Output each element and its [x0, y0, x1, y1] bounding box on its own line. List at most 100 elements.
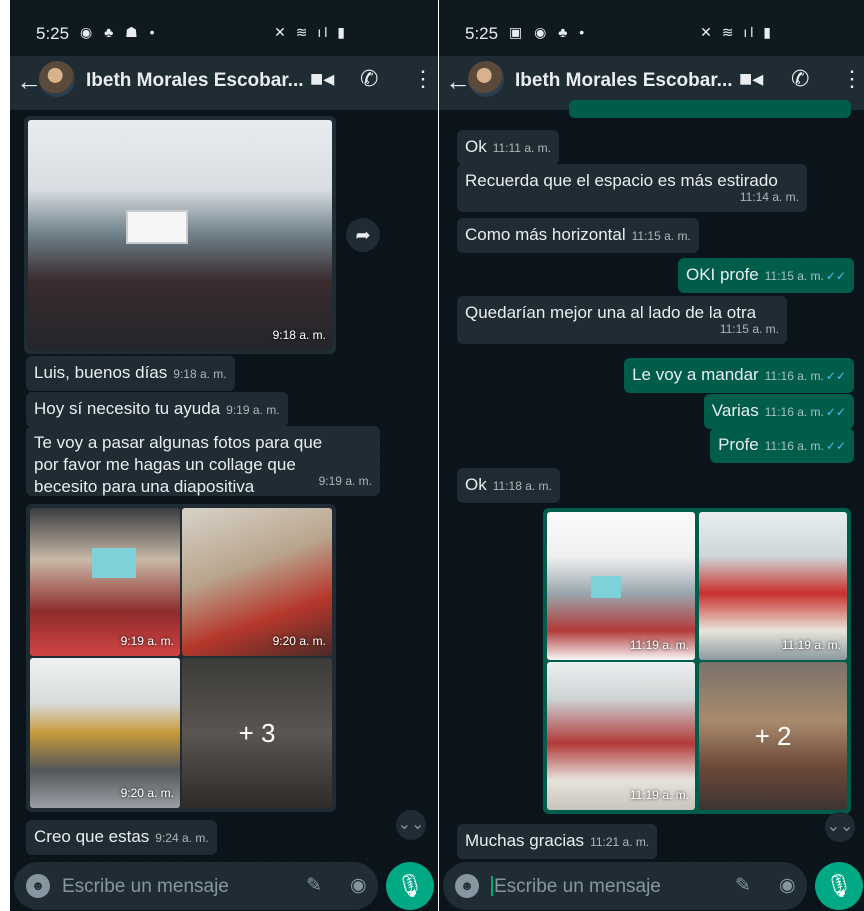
- more-options-icon[interactable]: ⋮: [412, 66, 434, 92]
- partial-message-bubble: [569, 100, 851, 118]
- read-ticks-icon: ✓✓: [825, 269, 846, 283]
- camera-icon[interactable]: ◉: [779, 874, 796, 897]
- message-text: Varias: [711, 401, 759, 420]
- video-call-icon[interactable]: ■◂: [310, 66, 334, 92]
- back-arrow-icon[interactable]: ←: [16, 66, 42, 97]
- emoji-icon[interactable]: ☻: [455, 874, 479, 898]
- photo-time: 11:19 a. m.: [781, 638, 841, 652]
- message-time: 9:24 a. m.: [155, 831, 209, 845]
- status-time: 5:25: [465, 24, 499, 43]
- album-photo-more[interactable]: + 2: [699, 662, 847, 810]
- contact-avatar[interactable]: [39, 61, 75, 97]
- album-photo[interactable]: 9:19 a. m.: [30, 508, 180, 656]
- message-text: Le voy a mandar: [632, 365, 759, 384]
- message-bubble[interactable]: Ok 11:11 a. m.: [457, 130, 559, 165]
- message-time: 9:18 a. m.: [272, 328, 326, 342]
- scroll-down-icon[interactable]: ⌄⌄: [825, 812, 855, 842]
- contact-name[interactable]: Ibeth Morales Escobar...: [86, 70, 304, 92]
- signal-battery-icons: ✕ ≋ ıl ▮: [700, 24, 774, 40]
- attach-icon[interactable]: ✎: [735, 874, 751, 897]
- photo-time: 9:20 a. m.: [272, 634, 326, 648]
- read-ticks-icon: ✓✓: [825, 405, 846, 419]
- photo-album-message[interactable]: 9:19 a. m. 9:20 a. m. 9:20 a. m. + 3: [26, 504, 336, 812]
- message-text-line: Te voy a pasar algunas fotos para que: [34, 433, 323, 452]
- message-bubble[interactable]: Ok 11:18 a. m.: [457, 468, 560, 503]
- message-bubble[interactable]: Creo que estas 9:24 a. m.: [26, 820, 217, 855]
- message-time: 11:14 a. m.: [739, 190, 799, 204]
- message-text: Ok: [465, 137, 487, 156]
- phone-call-icon[interactable]: ✆: [791, 66, 809, 92]
- message-input[interactable]: Escribe un mensaje: [62, 876, 229, 898]
- more-photos-count: + 2: [754, 721, 792, 751]
- message-bubble[interactable]: Recuerda que el espacio es más estirado …: [457, 164, 807, 212]
- status-time: 5:25: [36, 24, 70, 43]
- message-time: 9:18 a. m.: [173, 367, 227, 381]
- read-ticks-icon: ✓✓: [825, 439, 846, 453]
- contact-name[interactable]: Ibeth Morales Escobar...: [515, 70, 733, 92]
- phone-call-icon[interactable]: ✆: [360, 66, 378, 92]
- message-input-bar[interactable]: ☻ Escribe un mensaje ✎ ◉: [443, 862, 807, 910]
- message-text: Profe: [718, 435, 759, 454]
- read-ticks-icon: ✓✓: [825, 369, 846, 383]
- microphone-icon[interactable]: 🎙: [815, 862, 863, 910]
- message-bubble[interactable]: Luis, buenos días 9:18 a. m.: [26, 356, 235, 391]
- status-bar: 5:25 ◉ ♣ ☗ • ✕ ≋ ıl ▮: [10, 0, 438, 56]
- right-screenshot: 5:25 ▣ ◉ ♣ • ✕ ≋ ıl ▮ ← Ibeth Morales Es…: [439, 0, 864, 911]
- album-photo[interactable]: 9:20 a. m.: [30, 658, 180, 808]
- whiteboard-in-photo: [126, 210, 188, 244]
- message-text: Como más horizontal: [465, 225, 626, 244]
- chat-header: ← Ibeth Morales Escobar... ■◂ ✆ ⋮: [10, 56, 438, 110]
- photo-message[interactable]: 9:18 a. m.: [24, 116, 336, 354]
- message-bubble[interactable]: Quedarían mejor una al lado de la otra 1…: [457, 296, 787, 344]
- forward-icon[interactable]: ➦: [346, 218, 380, 252]
- message-text: Luis, buenos días: [34, 363, 168, 382]
- album-photo[interactable]: 9:20 a. m.: [182, 508, 332, 656]
- message-bubble[interactable]: Como más horizontal 11:15 a. m.: [457, 218, 699, 253]
- message-bubble-sent[interactable]: OKI profe 11:15 a. m. ✓✓: [677, 258, 854, 293]
- message-input[interactable]: Escribe un mensaje: [491, 876, 661, 898]
- more-photos-count: + 3: [238, 718, 276, 748]
- back-arrow-icon[interactable]: ←: [445, 66, 471, 97]
- photo-time: 11:19 a. m.: [629, 638, 689, 652]
- microphone-icon[interactable]: 🎙: [386, 862, 434, 910]
- message-bubble[interactable]: Muchas gracias 11:21 a. m.: [457, 824, 658, 859]
- photo-album-sent[interactable]: 11:19 a. m. 11:19 a. m. 11:19 a. m. + 2: [543, 508, 851, 814]
- message-time: 9:19 a. m.: [226, 403, 280, 417]
- message-time: 11:15 a. m.: [719, 322, 779, 336]
- album-photo[interactable]: 11:19 a. m.: [547, 662, 695, 810]
- message-input-placeholder: Escribe un mensaje: [494, 876, 661, 897]
- signal-battery-icons: ✕ ≋ ıl ▮: [274, 24, 348, 40]
- more-options-icon[interactable]: ⋮: [841, 66, 863, 92]
- notification-icons: ▣ ◉ ♣ •: [509, 24, 589, 40]
- message-bubble[interactable]: Te voy a pasar algunas fotos para que po…: [26, 426, 380, 496]
- message-text: OKI profe: [685, 265, 759, 284]
- message-bubble-sent[interactable]: Profe 11:16 a. m. ✓✓: [710, 428, 854, 463]
- message-time: 11:16 a. m.: [764, 439, 824, 453]
- message-time: 11:15 a. m.: [631, 229, 691, 243]
- scroll-down-icon[interactable]: ⌄⌄: [396, 810, 426, 840]
- projector-screen-in-photo: [591, 576, 621, 598]
- message-time: 11:18 a. m.: [492, 479, 552, 493]
- message-text: Ok: [465, 475, 487, 494]
- message-bubble-sent[interactable]: Varias 11:16 a. m. ✓✓: [703, 394, 854, 429]
- album-photo[interactable]: 11:19 a. m.: [547, 512, 695, 660]
- attach-icon[interactable]: ✎: [306, 874, 322, 897]
- status-bar: 5:25 ▣ ◉ ♣ • ✕ ≋ ıl ▮: [439, 0, 864, 56]
- message-time: 11:15 a. m.: [764, 269, 824, 283]
- message-time: 11:16 a. m.: [764, 369, 824, 383]
- message-input-bar[interactable]: ☻ Escribe un mensaje ✎ ◉: [14, 862, 378, 910]
- photo-time: 11:19 a. m.: [629, 788, 689, 802]
- text-cursor: [491, 876, 493, 896]
- emoji-icon[interactable]: ☻: [26, 874, 50, 898]
- camera-icon[interactable]: ◉: [350, 874, 367, 897]
- contact-avatar[interactable]: [468, 61, 504, 97]
- video-call-icon[interactable]: ■◂: [739, 66, 763, 92]
- album-photo[interactable]: 11:19 a. m.: [699, 512, 847, 660]
- message-time: 11:16 a. m.: [764, 405, 824, 419]
- message-bubble-sent[interactable]: Le voy a mandar 11:16 a. m. ✓✓: [624, 358, 854, 393]
- projector-screen-in-photo: [92, 548, 136, 578]
- left-screenshot: 5:25 ◉ ♣ ☗ • ✕ ≋ ıl ▮ ← Ibeth Morales Es…: [10, 0, 438, 911]
- message-bubble[interactable]: Hoy sí necesito tu ayuda 9:19 a. m.: [26, 392, 288, 427]
- conference-room-photo[interactable]: 9:18 a. m.: [28, 120, 332, 350]
- album-photo-more[interactable]: + 3: [182, 658, 332, 808]
